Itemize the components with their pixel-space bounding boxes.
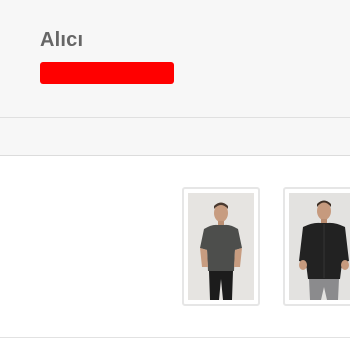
man-in-black-shirt-photo — [289, 193, 350, 300]
man-in-dark-grey-tshirt-photo — [188, 193, 254, 300]
order-detail-page: Alıcı — [0, 0, 350, 350]
product-thumbnail-2[interactable] — [283, 187, 350, 306]
product-thumbnail-1[interactable] — [182, 187, 260, 306]
section-separator — [0, 118, 350, 156]
recipient-name-redacted — [40, 62, 174, 84]
recipient-label: Alıcı — [40, 29, 84, 51]
recipient-section: Alıcı — [0, 0, 350, 118]
